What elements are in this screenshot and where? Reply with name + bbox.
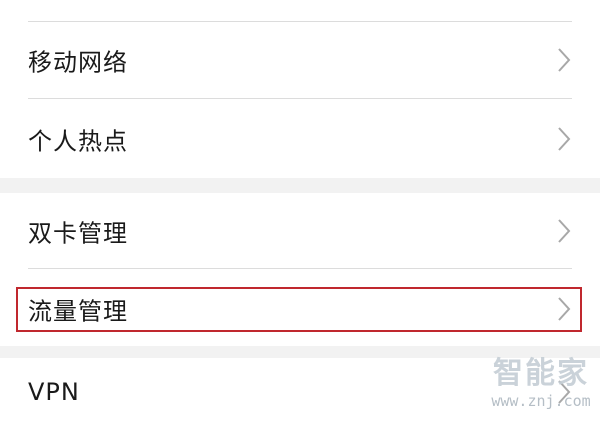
settings-item-label: VPN — [28, 377, 80, 406]
settings-item-label: 移动网络 — [28, 48, 128, 77]
watermark-url: www.znj.com — [491, 392, 591, 410]
watermark-title: 智能家 — [493, 356, 589, 391]
highlight-box — [16, 287, 582, 332]
watermark: 智能家 www.znj.com — [486, 356, 596, 418]
settings-item-personal-hotspot[interactable]: 个人热点 — [0, 99, 600, 178]
settings-item-label: 双卡管理 — [28, 219, 128, 247]
settings-item-mobile-network[interactable]: 移动网络 — [0, 22, 600, 98]
row-divider — [28, 268, 572, 269]
chevron-right-icon — [558, 48, 571, 72]
chevron-right-icon — [558, 126, 571, 151]
settings-item-label: 个人热点 — [28, 127, 128, 155]
group-separator — [0, 178, 600, 193]
chevron-right-icon — [558, 218, 571, 243]
settings-item-dual-sim[interactable]: 双卡管理 — [0, 193, 600, 268]
